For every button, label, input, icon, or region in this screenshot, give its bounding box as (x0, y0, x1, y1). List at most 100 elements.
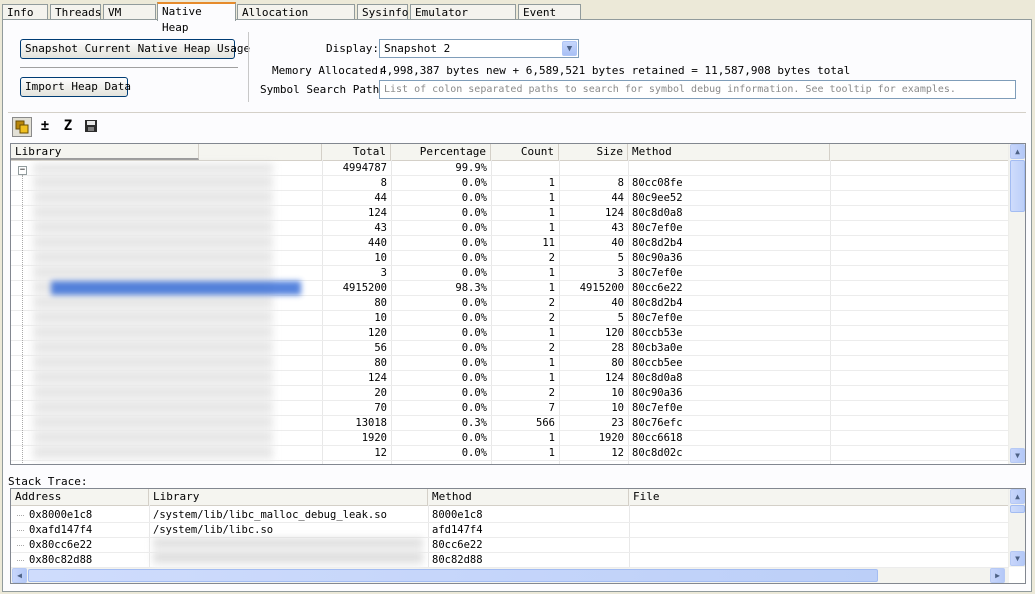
cell-file (629, 538, 1009, 553)
toolbar-divider (8, 112, 1026, 113)
symbol-search-path-label: Symbol Search Path: (260, 83, 386, 96)
column-library[interactable]: Library (11, 144, 199, 160)
cell-count: 2 (548, 297, 555, 309)
cell-count: 2 (548, 312, 555, 324)
cell-total: 10 (374, 312, 387, 324)
snapshot-button[interactable]: Snapshot Current Native Heap Usage (20, 39, 250, 59)
button-divider (20, 67, 238, 68)
cell-size: 44 (611, 192, 624, 204)
cell-count: 2 (548, 252, 555, 264)
cell-method: 80c7ef0e (632, 222, 683, 234)
tab-event-log[interactable]: Event Log (518, 4, 581, 35)
redacted-library-names (33, 164, 273, 462)
cell-pct: 0.0% (461, 402, 487, 414)
cell-method: 80c82d88 (432, 554, 483, 566)
cell-pct: 0.0% (461, 432, 487, 444)
tab-allocation-tracker[interactable]: Allocation Tracker (237, 4, 355, 35)
native-heap-table[interactable]: Library Total Percentage Count Size Meth… (10, 143, 1026, 465)
tree-guide-line (22, 175, 24, 464)
cell-size: 124 (605, 372, 624, 384)
cell-count: 1 (548, 327, 555, 339)
tab-emulator-control[interactable]: Emulator Control (410, 4, 516, 35)
cell-size: 124 (605, 207, 624, 219)
column-file[interactable]: File (629, 489, 1009, 505)
cell-file (629, 523, 1009, 538)
cell-count: 566 (536, 417, 555, 429)
tab-sysinfo[interactable]: Sysinfo (357, 4, 408, 20)
heap-table-header: Library Total Percentage Count Size Meth… (11, 144, 1009, 161)
cell-count: 7 (548, 402, 555, 414)
stack-trace-table[interactable]: Address Library Method File 0x8000e1c8/s… (10, 488, 1026, 584)
cell-method: 80c7ef0e (632, 402, 683, 414)
cell-method: 80cb3a0e (632, 342, 683, 354)
cell-count: 1 (548, 282, 555, 294)
cell-total: 124 (368, 372, 387, 384)
stack-vertical-scrollbar[interactable]: ▲ ▼ (1008, 489, 1025, 567)
cell-pct: 0.0% (461, 192, 487, 204)
cell-method: 80cc6618 (632, 432, 683, 444)
cell-total: 43 (374, 222, 387, 234)
cell-size: 40 (611, 237, 624, 249)
cell-count: 2 (548, 342, 555, 354)
plus-minus-icon[interactable]: ± (35, 117, 55, 137)
scroll-right-icon[interactable]: ▶ (990, 568, 1005, 583)
redacted-library-paths (153, 539, 423, 567)
scroll-thumb[interactable] (1010, 160, 1025, 212)
column-address[interactable]: Address (11, 489, 149, 505)
tab-strip: Info Threads VM Heap Native Heap Allocat… (0, 2, 1035, 35)
horizontal-scroll-thumb[interactable] (28, 569, 878, 582)
column-method[interactable]: Method (628, 144, 830, 160)
cell-count: 1 (548, 432, 555, 444)
collapse-tree-icon[interactable]: − (18, 166, 27, 175)
cell-size: 3 (617, 267, 624, 279)
cell-pct: 0.0% (461, 447, 487, 459)
scroll-down-icon[interactable]: ▼ (1010, 448, 1025, 463)
cell-method: 80cc6e22 (632, 282, 683, 294)
column-percentage[interactable]: Percentage (391, 144, 491, 160)
scroll-left-icon[interactable]: ◀ (12, 568, 27, 583)
cell-method: 80cc6e22 (432, 539, 483, 551)
stack-row[interactable]: 0xafd147f4/system/lib/libc.so afd147f4 (11, 523, 1009, 538)
tab-native-heap[interactable]: Native Heap (157, 2, 236, 34)
column-library[interactable]: Library (149, 489, 428, 505)
cell-size: 40 (611, 297, 624, 309)
cell-pct: 0.0% (461, 207, 487, 219)
cell-count (491, 161, 559, 176)
scroll-down-icon[interactable]: ▼ (1010, 551, 1025, 566)
column-total[interactable]: Total (322, 144, 391, 160)
display-select[interactable]: Snapshot 2 ▼ (379, 39, 579, 58)
column-size[interactable]: Size (559, 144, 628, 160)
cell-total: 56 (374, 342, 387, 354)
cell-size: 10 (611, 387, 624, 399)
cell-size: 80 (611, 357, 624, 369)
scroll-thumb[interactable] (1010, 505, 1025, 513)
tab-vm-heap[interactable]: VM Heap (103, 4, 156, 35)
column-count[interactable]: Count (491, 144, 559, 160)
cell-pct: 99.9% (455, 162, 487, 174)
cell-method: 80c8d2b4 (632, 237, 683, 249)
vertical-divider (248, 32, 249, 102)
cell-size: 5 (617, 312, 624, 324)
display-select-value: Snapshot 2 (384, 42, 451, 55)
column-method[interactable]: Method (428, 489, 629, 505)
chevron-down-icon[interactable]: ▼ (562, 41, 577, 56)
stacked-library-icon[interactable] (12, 117, 32, 137)
cell-pct: 0.0% (461, 312, 487, 324)
cell-pct: 0.0% (461, 357, 487, 369)
heap-table-vertical-scrollbar[interactable]: ▲ ▼ (1008, 144, 1025, 464)
symbol-search-path-input[interactable]: List of colon separated paths to search … (379, 80, 1016, 99)
cell-method: 80c8d0a8 (632, 207, 683, 219)
save-disk-icon[interactable] (81, 117, 101, 137)
tab-threads[interactable]: Threads (50, 4, 101, 20)
cell-pct: 0.0% (461, 342, 487, 354)
stack-row[interactable]: 0x8000e1c8/system/lib/libc_malloc_debug_… (11, 508, 1009, 523)
scroll-up-icon[interactable]: ▲ (1010, 144, 1025, 159)
tab-info[interactable]: Info (2, 4, 48, 20)
cell-address: 0x8000e1c8 (29, 509, 93, 521)
cell-method: 80c9ee52 (632, 192, 683, 204)
cell-size: 120 (605, 327, 624, 339)
stack-horizontal-scrollbar[interactable]: ◀ ▶ (11, 568, 1009, 583)
import-heap-data-button[interactable]: Import Heap Data (20, 77, 131, 97)
zygote-z-icon[interactable]: Z (58, 117, 78, 137)
scroll-up-icon[interactable]: ▲ (1010, 489, 1025, 504)
